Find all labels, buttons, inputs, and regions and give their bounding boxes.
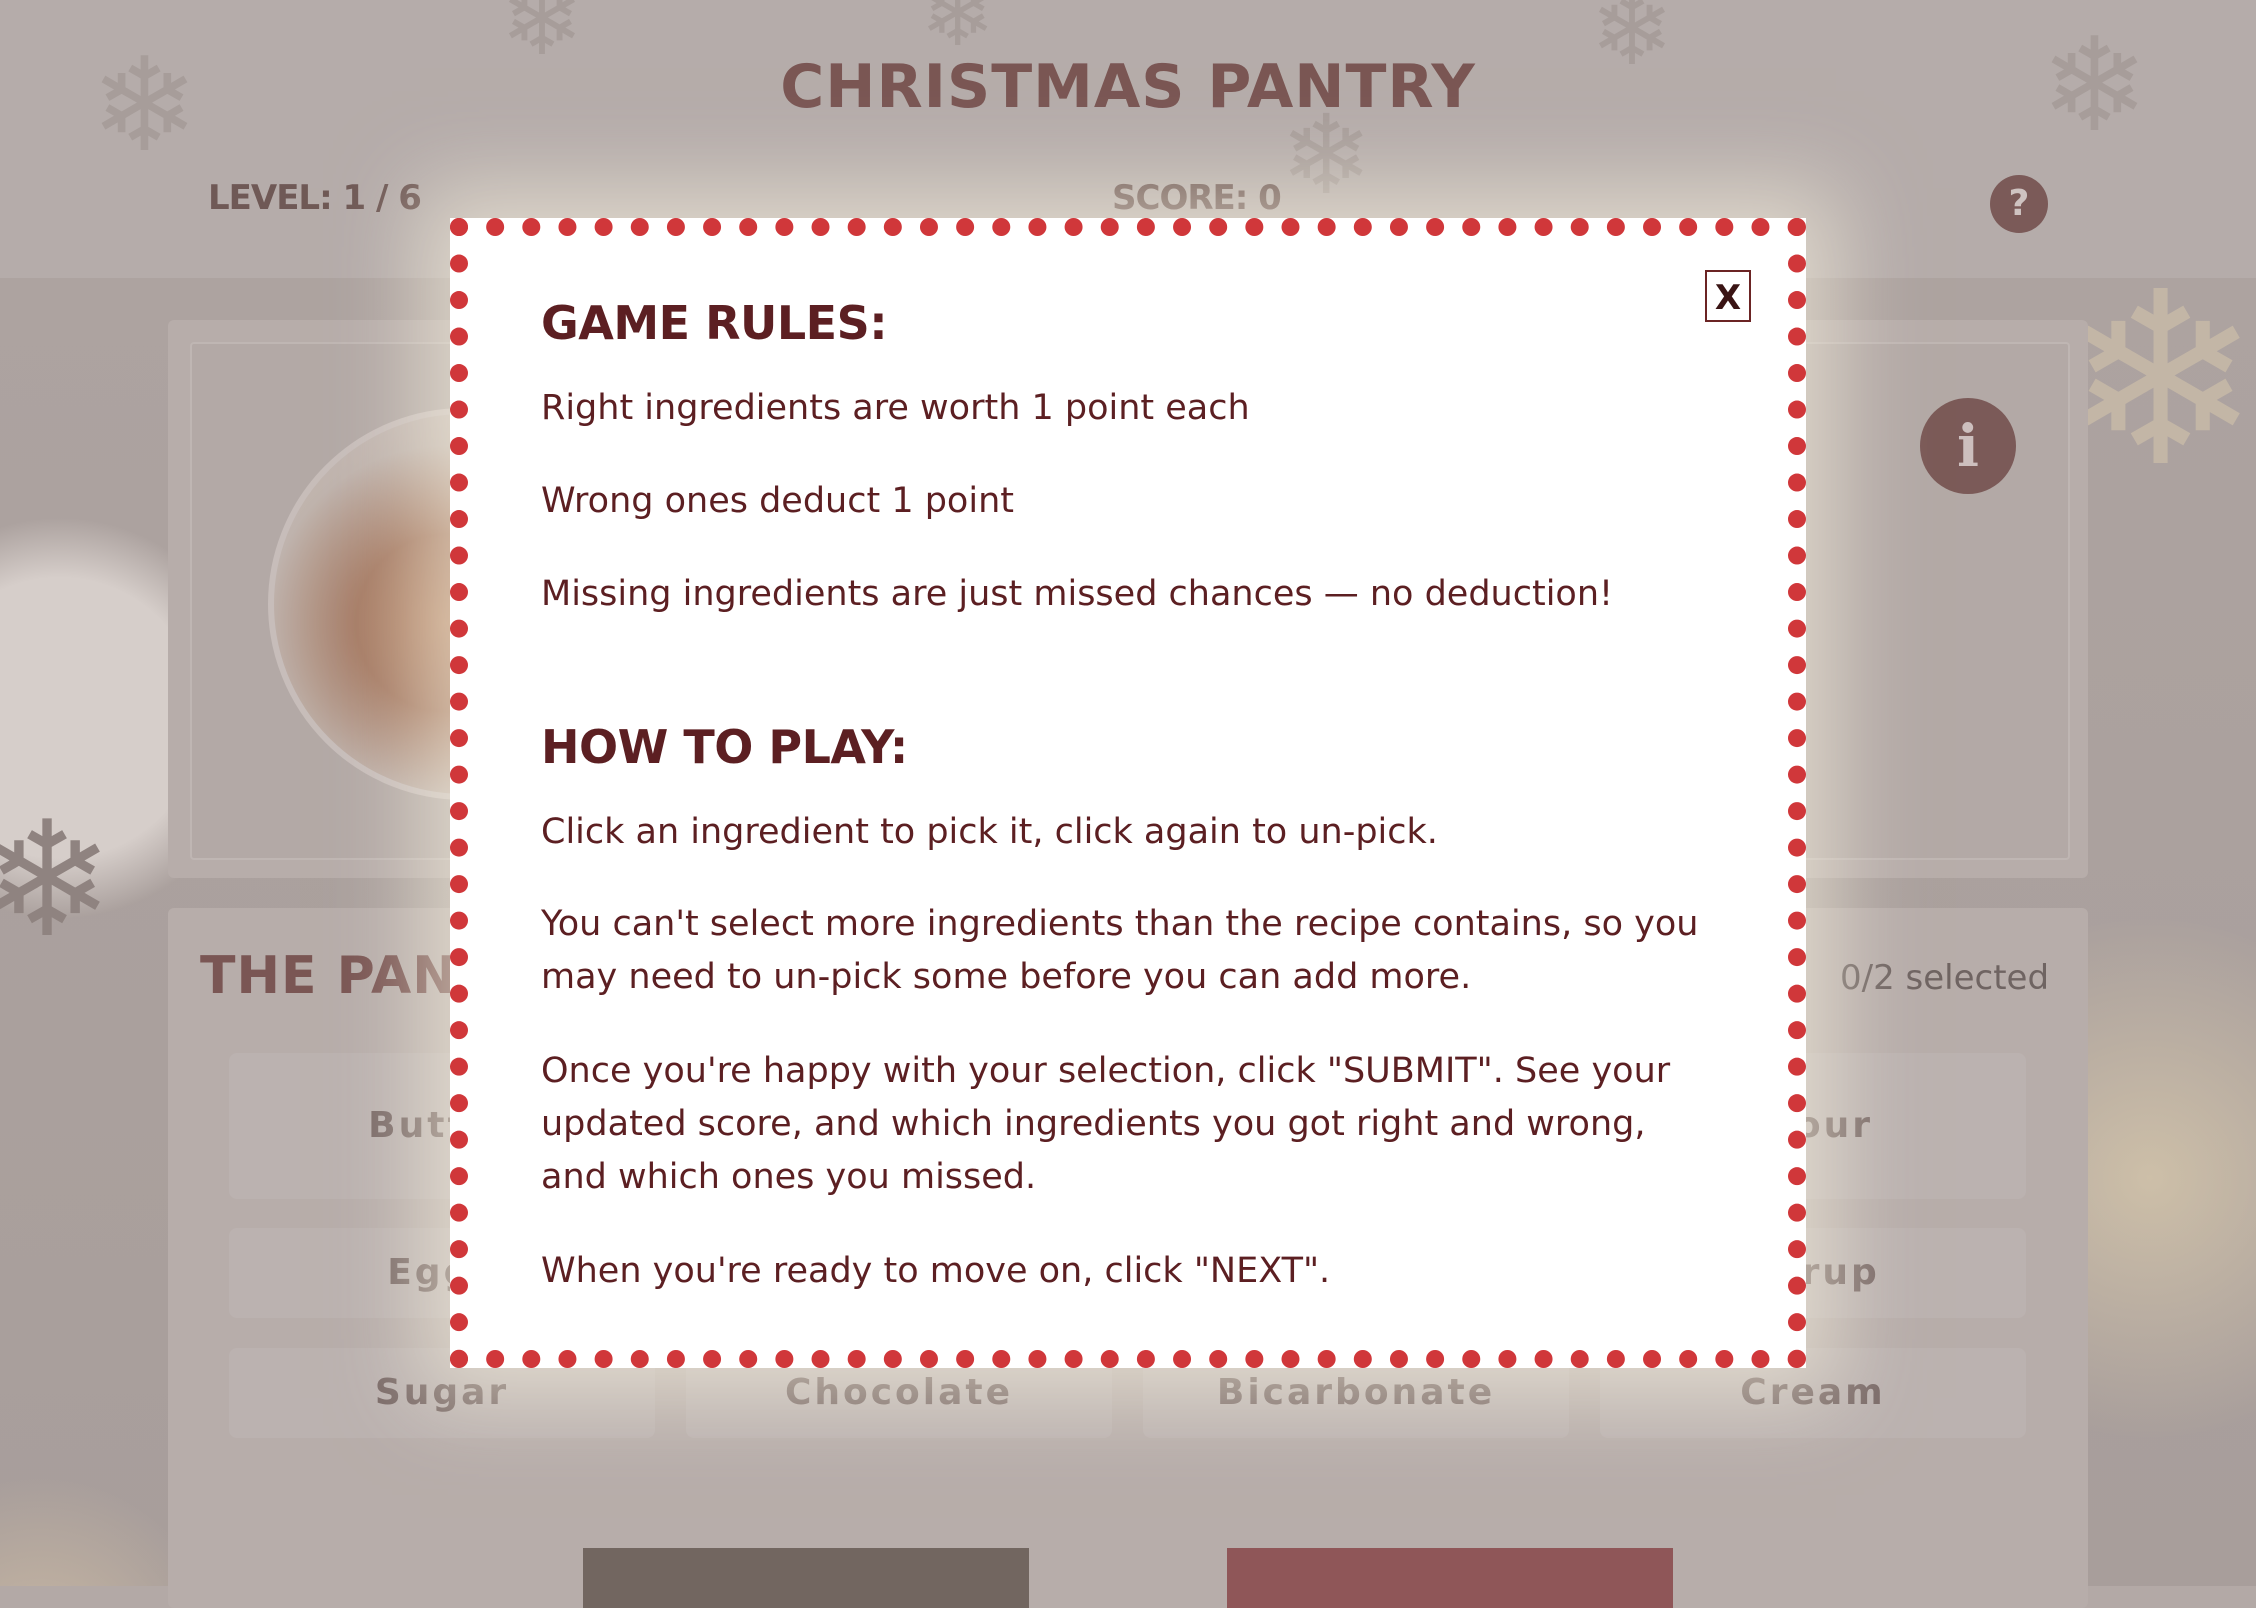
submit-button[interactable] — [583, 1548, 1029, 1608]
rules-heading: GAME RULES: — [541, 296, 888, 350]
howto-text: Once you're happy with your selection, c… — [541, 1051, 1671, 1197]
level-indicator: LEVEL: 1 / 6 — [208, 178, 422, 218]
howto-text: Click an ingredient to pick it, click ag… — [541, 812, 1438, 852]
selected-count: 0/2 selected — [1840, 958, 2050, 998]
snowflake-icon: ❄ — [920, 0, 996, 67]
rule-text: Missing ingredients are just missed chan… — [541, 574, 1614, 614]
page-title: CHRISTMAS PANTRY — [780, 52, 1476, 122]
close-button[interactable]: X — [1705, 270, 1751, 322]
score-indicator: SCORE: 0 — [1112, 178, 1282, 218]
howto-text: You can't select more ingredients than t… — [541, 904, 1699, 997]
snowflake-icon: ❄ — [2060, 240, 2256, 520]
howto-heading: HOW TO PLAY: — [541, 720, 908, 774]
snowflake-icon: ❄ — [0, 786, 115, 973]
rule-text: Wrong ones deduct 1 point — [541, 481, 1014, 521]
next-button[interactable] — [1227, 1548, 1673, 1608]
rule-text: Right ingredients are worth 1 point each — [541, 388, 1250, 428]
howto-text: When you're ready to move on, click "NEX… — [541, 1251, 1331, 1291]
help-button[interactable]: ? — [1990, 175, 2048, 233]
recipe-info-button[interactable]: i — [1920, 398, 2016, 494]
